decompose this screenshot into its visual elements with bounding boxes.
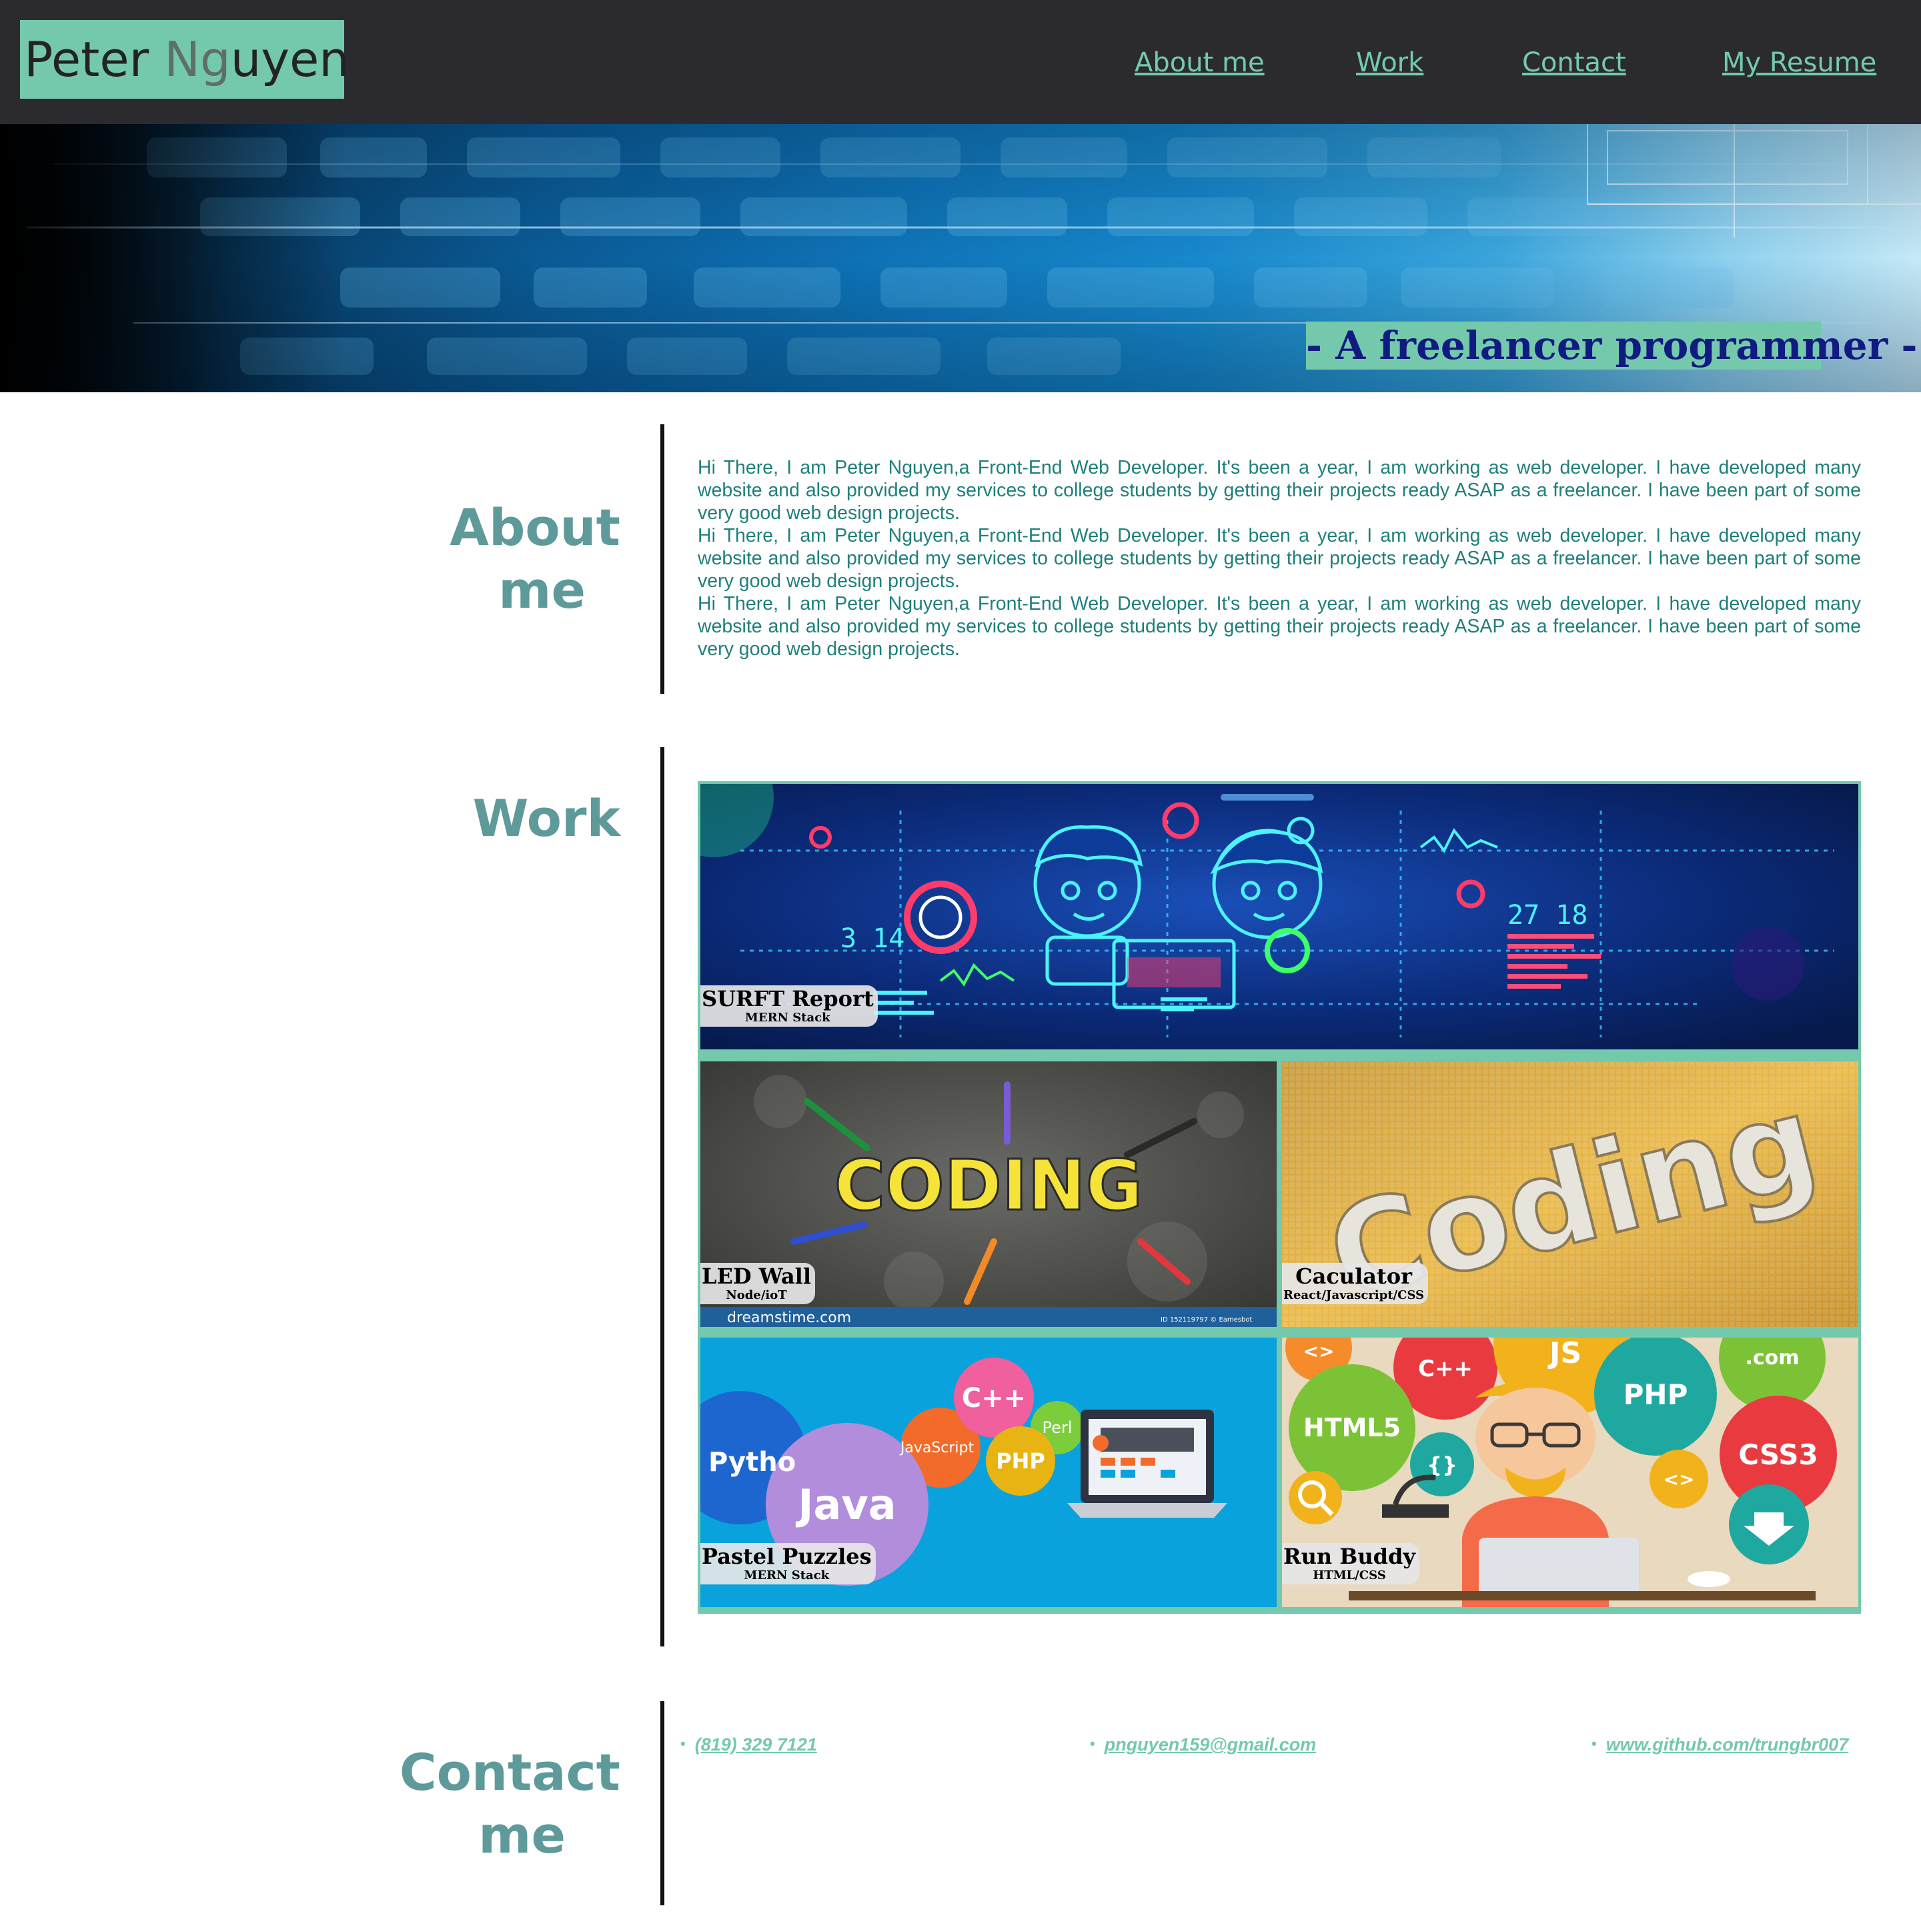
- led-wall-image-text: CODING: [834, 1145, 1143, 1226]
- bubble-php: PHP: [996, 1448, 1045, 1474]
- dreamstime-watermark: dreamstime.com: [727, 1310, 851, 1326]
- about-text: Hi There, I am Peter Nguyen,a Front-End …: [698, 456, 1861, 660]
- hero-tagline: - A freelancer programmer -: [1306, 322, 1918, 370]
- about-divider: [660, 424, 664, 694]
- bubble-cpp: C++: [1418, 1356, 1473, 1382]
- project-stack: MERN Stack: [744, 1568, 830, 1582]
- brand-n: N: [164, 31, 201, 87]
- brand-g: g: [200, 31, 231, 87]
- bubble-python: Pytho: [708, 1447, 796, 1478]
- project-title: Run Buddy: [1283, 1544, 1415, 1569]
- surft-number-left: 3 14: [840, 923, 904, 954]
- project-stack: Node/ioT: [726, 1288, 787, 1302]
- about-paragraph: Hi There, I am Peter Nguyen,a Front-End …: [698, 525, 1861, 592]
- project-title: SURFT Report: [702, 986, 874, 1011]
- project-title: LED Wall: [702, 1264, 811, 1289]
- surft-number-right: 27 18: [1507, 900, 1587, 931]
- project-label: Run Buddy HTML/CSS: [1282, 1543, 1419, 1584]
- nav-link-contact[interactable]: Contact: [1522, 43, 1626, 83]
- project-stack: MERN Stack: [744, 1011, 830, 1025]
- project-stack: HTML/CSS: [1313, 1568, 1386, 1582]
- nav-link-my-resume[interactable]: My Resume: [1722, 43, 1876, 83]
- email-link[interactable]: pnguyen159@gmail.com: [1105, 1735, 1316, 1755]
- nav-link-about-me[interactable]: About me: [1135, 43, 1265, 83]
- github-link[interactable]: www.github.com/trungbr007: [1606, 1735, 1849, 1755]
- project-label: SURFT Report MERN Stack: [700, 985, 878, 1027]
- project-grid: 3 14 27 18 SURFT Report MERN Stack CODIN…: [698, 781, 1861, 1614]
- bubble-perl: Perl: [1043, 1418, 1073, 1437]
- about-paragraph: Hi There, I am Peter Nguyen,a Front-End …: [698, 593, 1861, 660]
- project-label: LED Wall Node/ioT: [700, 1263, 815, 1304]
- bullet-icon: •: [1591, 1735, 1597, 1752]
- project-stack: React/Javascript/CSS: [1283, 1288, 1425, 1302]
- phone-link[interactable]: (819) 329 7121: [695, 1735, 817, 1755]
- brand-logo[interactable]: Peter Nguyen: [20, 20, 350, 99]
- bubble-js: JS: [1547, 1338, 1581, 1370]
- contact-title-line2: me: [478, 1805, 566, 1865]
- bubble-tag: <>: [1303, 1340, 1335, 1362]
- bubble-php: PHP: [1624, 1378, 1688, 1411]
- project-label: Caculator React/Javascript/CSS: [1282, 1263, 1429, 1304]
- about-title: About me: [0, 496, 620, 622]
- project-card-surft-report[interactable]: 3 14 27 18 SURFT Report MERN Stack: [700, 784, 1858, 1049]
- contact-title: Contact me: [0, 1741, 620, 1867]
- bubble-java: Java: [795, 1480, 896, 1529]
- project-title: Pastel Puzzles: [702, 1544, 872, 1569]
- bullet-icon: •: [680, 1735, 686, 1752]
- bubble-tag-2: <>: [1664, 1468, 1695, 1490]
- bubble-html5: HTML5: [1303, 1413, 1401, 1442]
- project-title: Caculator: [1295, 1264, 1412, 1289]
- work-title: Work: [472, 789, 620, 848]
- brand-first: Peter: [24, 31, 165, 87]
- project-card-caculator[interactable]: Coding Caculator React/Javascript/CSS: [1282, 1061, 1858, 1327]
- bubble-com: .com: [1745, 1346, 1799, 1370]
- dreamstime-id: ID 152119797 © Eamesbot: [1161, 1316, 1252, 1324]
- bubble-cpp: C++: [962, 1383, 1026, 1414]
- project-card-led-wall[interactable]: CODING dreamstime.com ID 152119797 © Eam…: [700, 1061, 1277, 1327]
- about-title-line1: About: [450, 498, 620, 557]
- project-label: Pastel Puzzles MERN Stack: [700, 1543, 876, 1584]
- work-divider: [660, 747, 664, 1646]
- contact-title-line1: Contact: [399, 1743, 620, 1802]
- contact-email-item: • pnguyen159@gmail.com: [1090, 1732, 1316, 1757]
- contact-phone-item: • (819) 329 7121: [680, 1732, 817, 1757]
- nav-link-work[interactable]: Work: [1356, 43, 1423, 83]
- about-title-line2: me: [498, 560, 586, 620]
- bubble-css3: CSS3: [1738, 1438, 1818, 1471]
- bubble-braces: {}: [1427, 1452, 1457, 1478]
- project-card-run-buddy[interactable]: <> JS C++ .com PHP HTML5 {} CSS3 <> Run …: [1282, 1338, 1858, 1607]
- bubble-javascript: JavaScript: [899, 1440, 975, 1456]
- bullet-icon: •: [1090, 1735, 1095, 1752]
- contact-divider: [660, 1701, 664, 1905]
- about-paragraph: Hi There, I am Peter Nguyen,a Front-End …: [698, 457, 1861, 524]
- top-navbar: Peter Nguyen About me Work Contact My Re…: [0, 0, 1921, 124]
- contact-github-item: • www.github.com/trungbr007: [1591, 1732, 1848, 1757]
- brand-rest: uyen: [230, 31, 350, 87]
- project-card-pastel-puzzles[interactable]: Pytho Java JavaScript C++ Perl PHP Paste…: [700, 1338, 1277, 1607]
